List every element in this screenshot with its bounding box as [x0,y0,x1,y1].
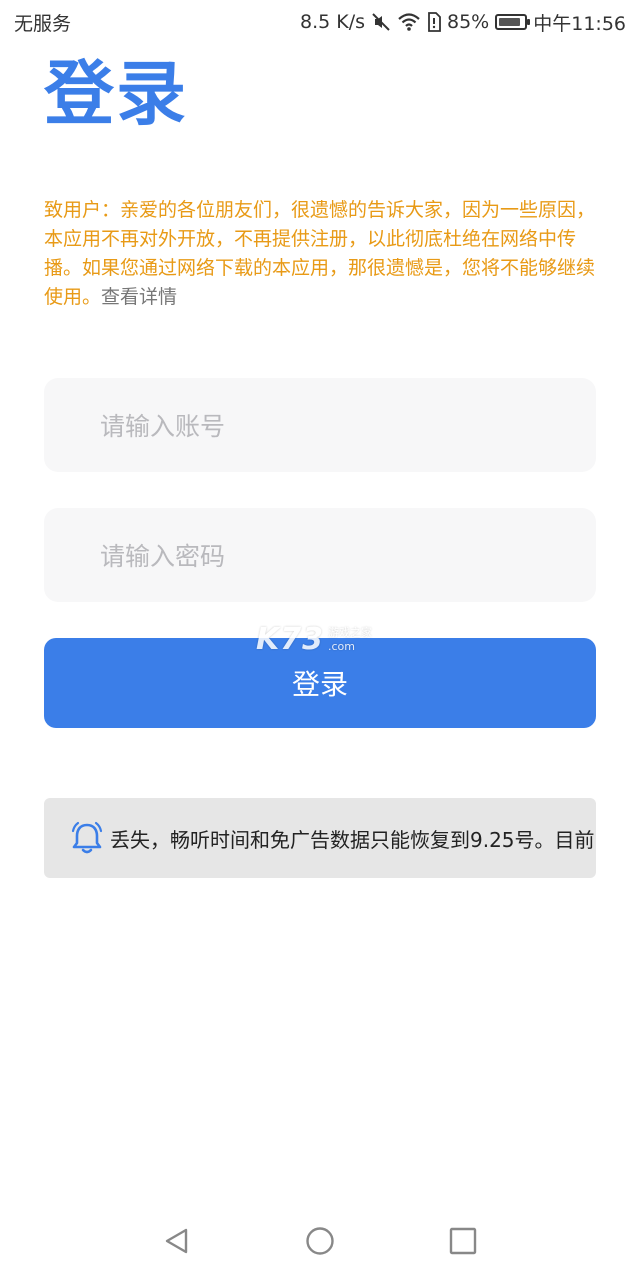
sim-alert-icon [427,12,441,32]
mute-icon [371,12,391,32]
announcement-text: 丢失，畅听时间和免广告数据只能恢复到9.25号。目前 [110,827,595,852]
wifi-icon [397,12,421,32]
user-notice: 致用户：亲爱的各位朋友们，很遗憾的告诉大家，因为一些原因，本应用不再对外开放，不… [44,196,596,312]
network-speed: 8.5 K/s [299,11,365,33]
password-input[interactable] [98,508,546,604]
login-button[interactable]: 登录 [44,638,596,728]
circle-home-icon[interactable] [305,1226,335,1256]
bell-icon [68,819,106,857]
square-recent-icon[interactable] [448,1226,478,1256]
system-nav-bar [0,1200,640,1280]
status-indicators: 8.5 K/s 85% 中午11:56 [300,9,626,36]
battery-icon [495,14,531,30]
view-details-link[interactable]: 查看详情 [101,286,177,308]
carrier-label: 无服务 [14,12,72,35]
account-field-container [44,378,596,474]
password-field-container [44,508,596,604]
page-title: 登录 [44,53,188,135]
status-bar: 无服务 8.5 K/s 85% 中午11:56 [0,0,640,44]
account-input[interactable] [98,378,546,474]
battery-level-fill [499,18,520,26]
triangle-back-icon[interactable] [162,1226,192,1256]
announcement-banner[interactable]: 丢失，畅听时间和免广告数据只能恢复到9.25号。目前 [44,798,596,878]
clock: 中午11:56 [533,12,626,35]
battery-percent: 85% [447,11,490,33]
